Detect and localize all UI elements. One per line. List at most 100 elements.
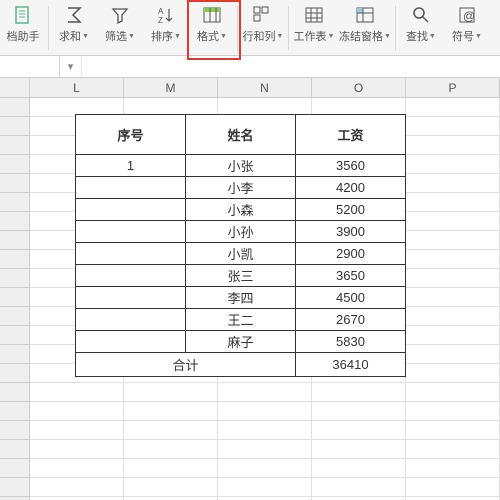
cell[interactable] (406, 326, 500, 345)
symbol-button[interactable]: @ 符号▼ (444, 2, 490, 52)
cell-salary[interactable]: 4200 (296, 177, 406, 199)
cell-name[interactable]: 麻子 (186, 331, 296, 353)
cell-salary[interactable]: 2900 (296, 243, 406, 265)
cell-seq[interactable]: 1 (76, 155, 186, 177)
cell-seq[interactable] (76, 199, 186, 221)
sum-value-cell[interactable]: 36410 (296, 353, 406, 377)
cell[interactable] (406, 440, 500, 459)
cell-name[interactable]: 张三 (186, 265, 296, 287)
cell[interactable] (124, 421, 218, 440)
row-header[interactable] (0, 269, 30, 288)
cell[interactable] (124, 440, 218, 459)
cell[interactable] (30, 440, 124, 459)
cell-seq[interactable] (76, 309, 186, 331)
cell[interactable] (218, 459, 312, 478)
cell[interactable] (312, 478, 406, 497)
cell-salary[interactable]: 4500 (296, 287, 406, 309)
cell[interactable] (406, 136, 500, 155)
cell[interactable] (218, 421, 312, 440)
cell[interactable] (30, 421, 124, 440)
cell[interactable] (406, 117, 500, 136)
row-header[interactable] (0, 364, 30, 383)
header-seq[interactable]: 序号 (76, 115, 186, 155)
cell-name[interactable]: 小凯 (186, 243, 296, 265)
cell[interactable] (312, 402, 406, 421)
cell[interactable] (406, 212, 500, 231)
header-salary[interactable]: 工资 (296, 115, 406, 155)
cell[interactable] (406, 345, 500, 364)
cell[interactable] (124, 459, 218, 478)
cell[interactable] (30, 402, 124, 421)
format-button[interactable]: 格式▼ (189, 2, 235, 52)
sum-label-cell[interactable]: 合计 (76, 353, 296, 377)
rowcol-button[interactable]: 行和列▼ (240, 2, 286, 52)
cell-salary[interactable]: 3650 (296, 265, 406, 287)
cell[interactable] (406, 269, 500, 288)
cell-seq[interactable] (76, 287, 186, 309)
row-header[interactable] (0, 174, 30, 193)
cell[interactable] (312, 383, 406, 402)
col-header[interactable]: N (218, 78, 312, 97)
cell-salary[interactable]: 5830 (296, 331, 406, 353)
col-header[interactable]: M (124, 78, 218, 97)
cell-salary[interactable]: 2670 (296, 309, 406, 331)
select-all-corner[interactable] (0, 78, 30, 97)
cell[interactable] (406, 307, 500, 326)
cell[interactable] (30, 459, 124, 478)
row-header[interactable] (0, 98, 30, 117)
row-header[interactable] (0, 383, 30, 402)
cell[interactable] (312, 440, 406, 459)
cell[interactable] (312, 421, 406, 440)
cell[interactable] (218, 440, 312, 459)
header-name[interactable]: 姓名 (186, 115, 296, 155)
cell-name[interactable]: 王二 (186, 309, 296, 331)
cell[interactable] (218, 383, 312, 402)
cell[interactable] (406, 98, 500, 117)
cell[interactable] (406, 155, 500, 174)
find-button[interactable]: 查找▼ (398, 2, 444, 52)
cell-seq[interactable] (76, 331, 186, 353)
cell-salary[interactable]: 5200 (296, 199, 406, 221)
cell[interactable] (124, 402, 218, 421)
sum-button[interactable]: 求和▼ (51, 2, 97, 52)
cell[interactable] (406, 402, 500, 421)
row-header[interactable] (0, 307, 30, 326)
row-header[interactable] (0, 440, 30, 459)
row-header[interactable] (0, 155, 30, 174)
row-header[interactable] (0, 402, 30, 421)
cell[interactable] (218, 402, 312, 421)
cell[interactable] (30, 383, 124, 402)
row-header[interactable] (0, 250, 30, 269)
sort-button[interactable]: AZ 排序▼ (143, 2, 189, 52)
cell-seq[interactable] (76, 265, 186, 287)
cell-salary[interactable]: 3560 (296, 155, 406, 177)
row-header[interactable] (0, 326, 30, 345)
cell[interactable] (312, 459, 406, 478)
row-header[interactable] (0, 193, 30, 212)
row-header[interactable] (0, 459, 30, 478)
row-header[interactable] (0, 421, 30, 440)
cell-seq[interactable] (76, 243, 186, 265)
row-header[interactable] (0, 117, 30, 136)
filter-button[interactable]: 筛选▼ (97, 2, 143, 52)
cell-seq[interactable] (76, 221, 186, 243)
row-header[interactable] (0, 288, 30, 307)
cell[interactable] (406, 288, 500, 307)
cell[interactable] (406, 231, 500, 250)
row-header[interactable] (0, 136, 30, 155)
cell[interactable] (124, 383, 218, 402)
doc-helper-button[interactable]: 档助手 (0, 2, 46, 52)
name-box[interactable] (0, 56, 60, 77)
fx-dropdown[interactable]: ▾ (60, 56, 82, 77)
cell-name[interactable]: 小张 (186, 155, 296, 177)
cell[interactable] (124, 478, 218, 497)
cell-seq[interactable] (76, 177, 186, 199)
worksheet-button[interactable]: 工作表▼ (291, 2, 337, 52)
col-header[interactable]: L (30, 78, 124, 97)
cell-name[interactable]: 小孙 (186, 221, 296, 243)
col-header[interactable]: O (312, 78, 406, 97)
cell[interactable] (406, 478, 500, 497)
cell[interactable] (406, 383, 500, 402)
cell-name[interactable]: 小森 (186, 199, 296, 221)
cell[interactable] (406, 421, 500, 440)
